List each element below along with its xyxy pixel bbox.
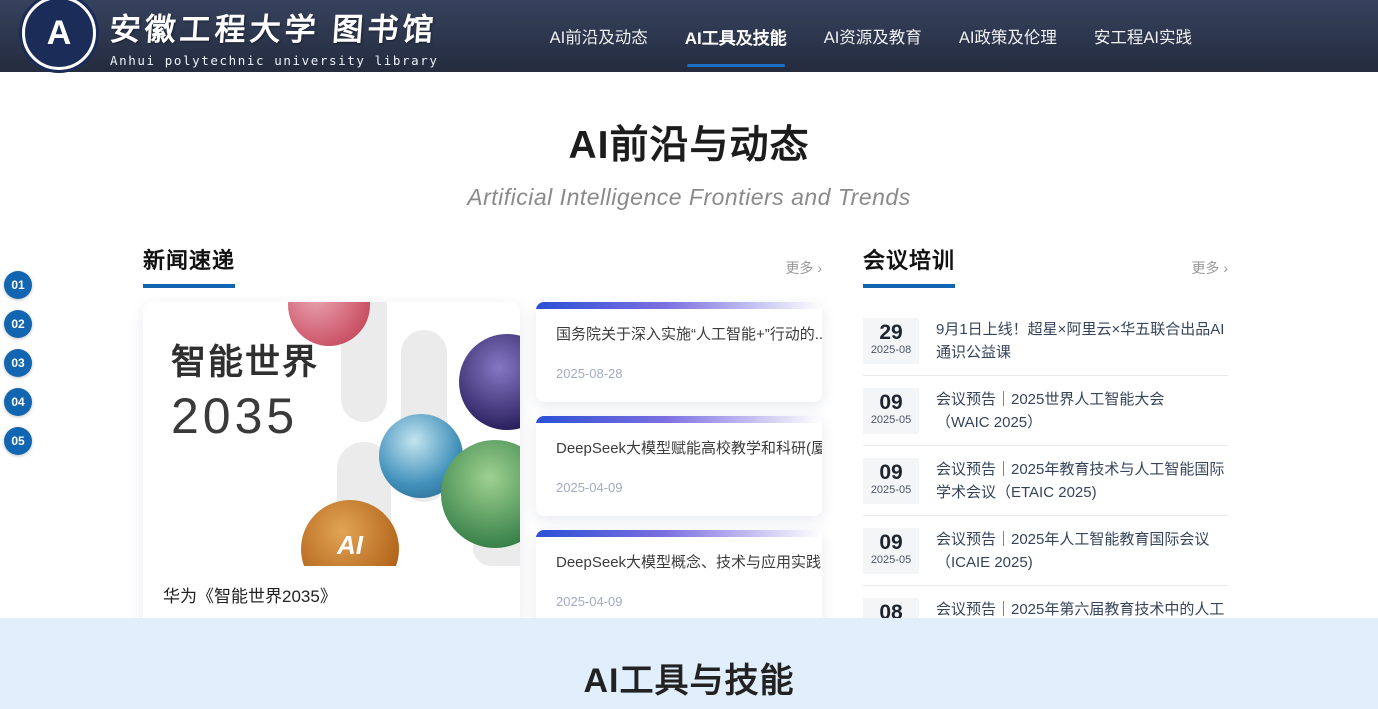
pager-dot-05[interactable]: 05 — [4, 427, 32, 455]
university-seal-icon: A — [22, 0, 96, 70]
ai-sphere-label: AI — [337, 530, 363, 561]
conference-title: 9月1日上线！超星×阿里云×华五联合出品AI通识公益课 — [936, 318, 1228, 364]
logo-subtitle: Anhui polytechnic university library — [110, 53, 439, 68]
nav-item-ai-frontiers[interactable]: AI前沿及动态 — [550, 0, 648, 72]
conference-item[interactable]: 09 2025-05 会议预告｜2025年人工智能教育国际会议 （ICAIE 2… — [863, 516, 1228, 586]
page-title: AI前沿与动态 — [0, 114, 1378, 170]
page-subtitle: Artificial Intelligence Frontiers and Tr… — [0, 184, 1378, 211]
news-section: 新闻速递 更多 › AI 智能世界 — [143, 243, 822, 656]
date-box: 09 2025-05 — [863, 528, 919, 574]
date-box: 29 2025-08 — [863, 318, 919, 364]
news-section-title: 新闻速递 — [143, 243, 235, 288]
feature-news-image: AI 智能世界 2035 — [143, 302, 520, 566]
date-box: 09 2025-05 — [863, 458, 919, 504]
news-date: 2025-08-28 — [536, 366, 822, 381]
main-nav: AI前沿及动态 AI工具及技能 AI资源及教育 AI政策及伦理 安工程AI实践 — [550, 0, 1192, 72]
ai-tools-section: AI工具与技能 — [0, 618, 1378, 709]
main-content: 新闻速递 更多 › AI 智能世界 — [0, 243, 1378, 656]
conference-title: 会议预告｜2025年教育技术与人工智能国际学术会议（ETAIC 2025) — [936, 458, 1228, 504]
news-list-item[interactable]: 国务院关于深入实施“人工智能+”行动的... 2025-08-28 — [536, 302, 822, 402]
site-header: A 安徽工程大学 图书馆 Anhui polytechnic universit… — [0, 0, 1378, 72]
conference-title: 会议预告｜2025世界人工智能大会 （WAIC 2025） — [936, 388, 1164, 434]
feature-news-caption: 华为《智能世界2035》 — [143, 566, 520, 623]
conference-more-link[interactable]: 更多 › — [1191, 258, 1228, 288]
logo-text: 安徽工程大学 图书馆 Anhui polytechnic university … — [110, 4, 439, 68]
conference-item[interactable]: 09 2025-05 会议预告｜2025世界人工智能大会 （WAIC 2025） — [863, 376, 1228, 446]
conference-section-title: 会议培训 — [863, 243, 955, 288]
conference-list: 29 2025-08 9月1日上线！超星×阿里云×华五联合出品AI通识公益课 0… — [863, 306, 1228, 656]
page-head: AI前沿与动态 Artificial Intelligence Frontier… — [0, 72, 1378, 211]
news-title: DeepSeek大模型概念、技术与应用实践(厦... — [536, 537, 822, 572]
decor-sphere-purple — [459, 334, 520, 430]
pager-dot-04[interactable]: 04 — [4, 388, 32, 416]
logo-title: 安徽工程大学 图书馆 — [108, 4, 440, 49]
nav-item-ai-policy[interactable]: AI政策及伦理 — [959, 0, 1057, 72]
conference-title: 会议预告｜2025年人工智能教育国际会议 （ICAIE 2025) — [936, 528, 1209, 574]
feature-image-title: 智能世界 2035 — [171, 334, 319, 445]
news-title: 国务院关于深入实施“人工智能+”行动的... — [536, 309, 822, 344]
feature-news-card[interactable]: AI 智能世界 2035 华为《智能世界2035》 — [143, 302, 520, 630]
news-list-item[interactable]: DeepSeek大模型概念、技术与应用实践(厦... 2025-04-09 — [536, 530, 822, 630]
pager-dot-01[interactable]: 01 — [4, 271, 32, 299]
card-accent-bar — [536, 530, 822, 537]
date-box: 09 2025-05 — [863, 388, 919, 434]
news-title: DeepSeek大模型赋能高校教学和科研(厦门... — [536, 423, 822, 458]
news-list: 国务院关于深入实施“人工智能+”行动的... 2025-08-28 DeepSe… — [536, 302, 822, 630]
news-more-link[interactable]: 更多 › — [785, 258, 822, 288]
seal-letter: A — [47, 14, 72, 53]
nav-item-ai-tools[interactable]: AI工具及技能 — [685, 0, 787, 72]
pager-dot-02[interactable]: 02 — [4, 310, 32, 338]
card-accent-bar — [536, 302, 822, 309]
news-date: 2025-04-09 — [536, 480, 822, 495]
news-date: 2025-04-09 — [536, 594, 822, 609]
pager-dot-03[interactable]: 03 — [4, 349, 32, 377]
conference-item[interactable]: 29 2025-08 9月1日上线！超星×阿里云×华五联合出品AI通识公益课 — [863, 306, 1228, 376]
conference-section: 会议培训 更多 › 29 2025-08 9月1日上线！超星×阿里云×华五联合出… — [863, 243, 1228, 656]
carousel-pagination: 01 02 03 04 05 — [4, 271, 32, 455]
conference-item[interactable]: 09 2025-05 会议预告｜2025年教育技术与人工智能国际学术会议（ETA… — [863, 446, 1228, 516]
nav-item-ai-resources[interactable]: AI资源及教育 — [824, 0, 922, 72]
nav-item-ai-practice[interactable]: 安工程AI实践 — [1094, 0, 1192, 72]
news-list-item[interactable]: DeepSeek大模型赋能高校教学和科研(厦门... 2025-04-09 — [536, 416, 822, 516]
ai-tools-section-title: AI工具与技能 — [0, 618, 1378, 702]
library-logo[interactable]: A 安徽工程大学 图书馆 Anhui polytechnic universit… — [22, 2, 439, 70]
card-accent-bar — [536, 416, 822, 423]
